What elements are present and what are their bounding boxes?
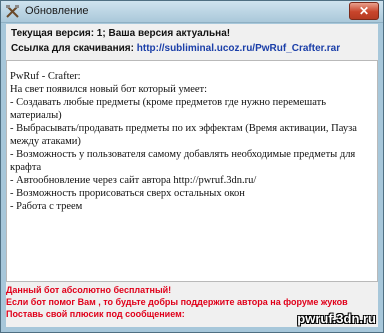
description-line: - Автообновление через сайт автора http:…: [10, 175, 257, 186]
description-line: На свет появился новый бот который умеет…: [10, 84, 208, 95]
update-window: Обновление ✕ Текущая версия: 1; Ваша вер…: [0, 0, 384, 333]
version-status: Текущая версия: 1; Ваша версия актуальна…: [11, 28, 231, 39]
window-title: Обновление: [25, 5, 89, 17]
window-client-area: Текущая версия: 1; Ваша версия актуальна…: [6, 24, 378, 327]
title-bar[interactable]: Обновление ✕: [1, 1, 383, 23]
description-textbox[interactable]: PwRuf - Crafter: На свет появился новый …: [6, 60, 378, 282]
download-label: Ссылка для скачивания:: [11, 43, 134, 54]
plus-notice: Поставь свой плюсик под сообщением:: [6, 309, 185, 319]
description-line: - Возможность прорисоваться сверх осталь…: [10, 188, 245, 199]
crossed-tools-icon: [6, 5, 19, 18]
description-line: - Работа с треем: [10, 201, 83, 212]
support-notice: Если бот помог Вам , то будьте добры под…: [6, 297, 348, 307]
download-row: Ссылка для скачивания: http://subliminal…: [11, 43, 340, 54]
close-button[interactable]: ✕: [349, 2, 379, 20]
description-line: PwRuf - Crafter:: [10, 71, 81, 82]
download-link[interactable]: http://subliminal.ucoz.ru/PwRuf_Crafter.…: [137, 43, 340, 54]
watermark: pwruf.3dn.ru: [297, 311, 376, 326]
description-line: - Выбрасывать/продавать предметы по их э…: [10, 123, 357, 147]
description-line: - Возможность у пользователя самому доба…: [10, 149, 356, 173]
description-line: - Создавать любые предметы (кроме предме…: [10, 97, 327, 121]
free-notice: Данный бот абсолютно бесплатный!: [6, 285, 172, 295]
